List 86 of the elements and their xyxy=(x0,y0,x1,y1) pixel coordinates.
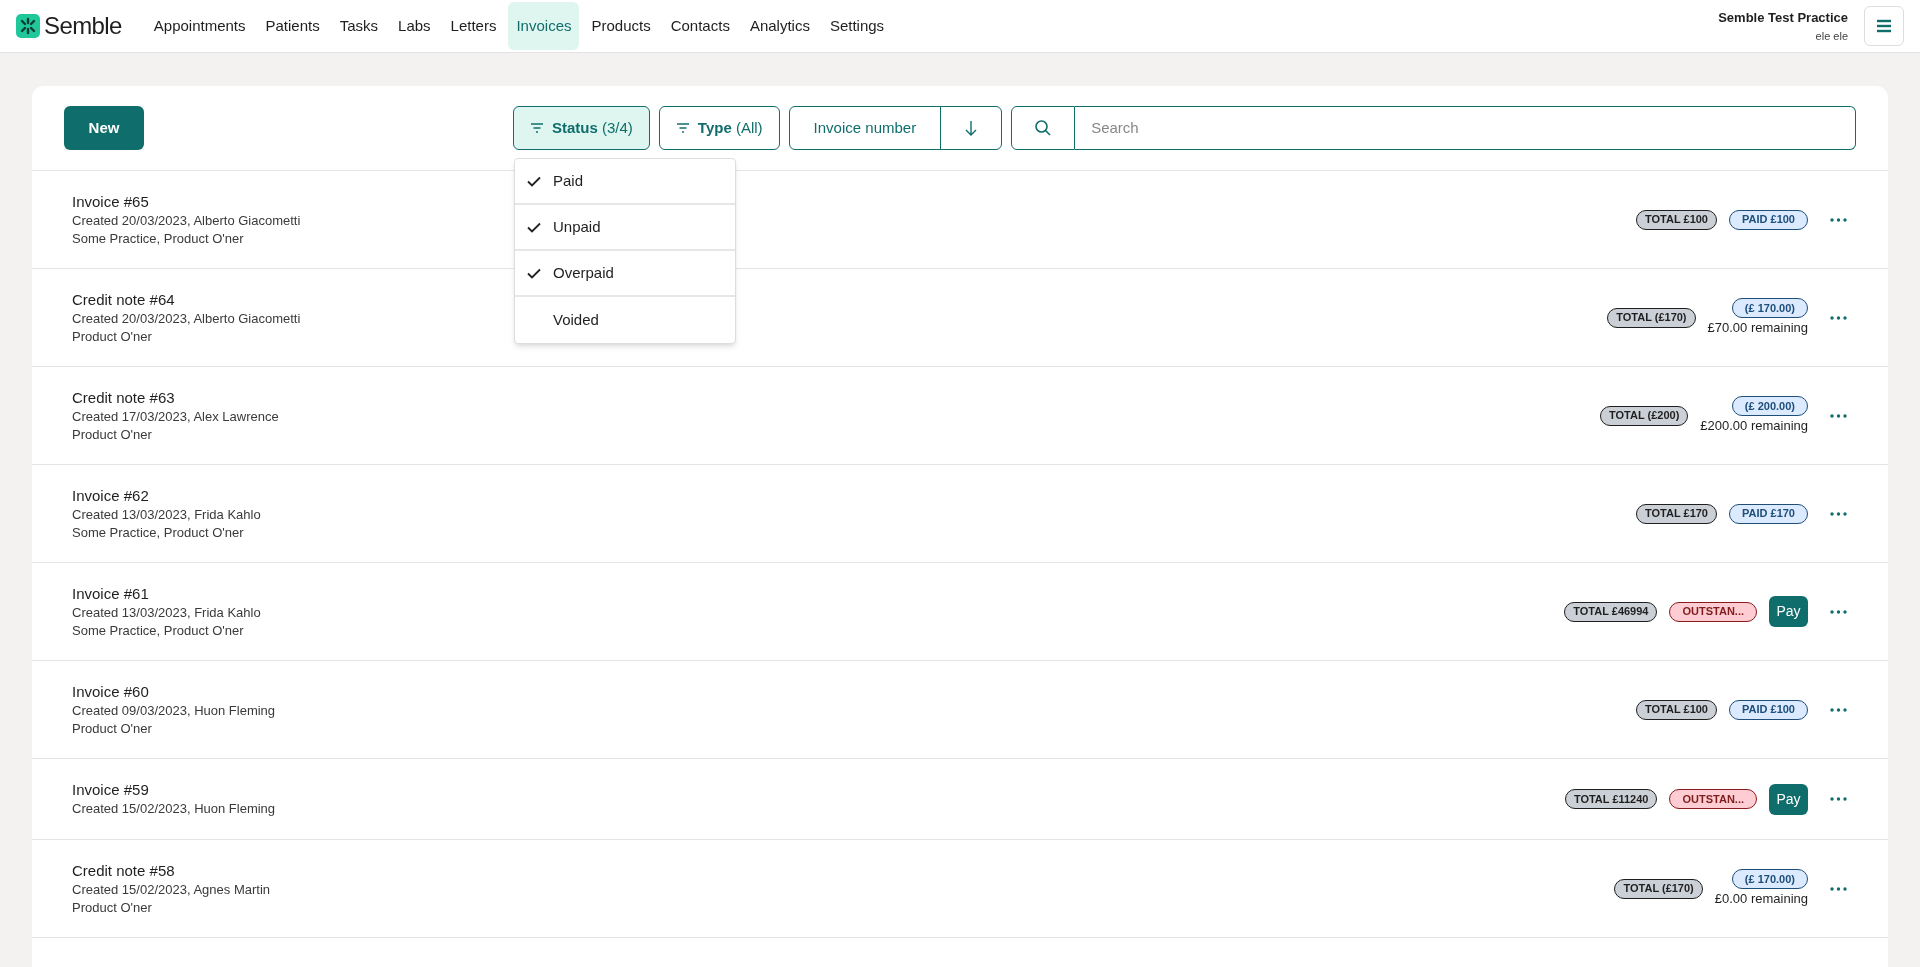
sort-control[interactable]: Invoice number xyxy=(788,106,1003,150)
nav-tab[interactable]: Patients xyxy=(257,2,328,50)
nav-tab[interactable]: Settings xyxy=(821,2,893,50)
invoice-title[interactable]: Invoice #60 xyxy=(72,681,276,702)
status-option[interactable]: Overpaid xyxy=(515,251,735,297)
filter-icon xyxy=(675,122,690,134)
more-options-icon[interactable] xyxy=(1829,797,1847,801)
total-badge: TOTAL £100 xyxy=(1636,699,1717,720)
invoice-title[interactable]: Credit note #63 xyxy=(72,387,279,408)
invoice-detail: Product O'ner xyxy=(72,719,153,738)
status-badge: (£ 200.00) xyxy=(1731,395,1808,416)
invoice-detail: Created 20/03/2023, Alberto Giacometti xyxy=(72,309,301,328)
user-name: ele ele xyxy=(1814,28,1848,44)
remaining-amount: £0.00 remaining xyxy=(1714,889,1808,908)
nav-tab[interactable]: Tasks xyxy=(331,2,387,50)
sort-field-label[interactable]: Invoice number xyxy=(789,107,942,149)
more-options-icon[interactable] xyxy=(1829,511,1847,516)
invoice-title[interactable]: Invoice #59 xyxy=(72,780,276,800)
more-options-icon[interactable] xyxy=(1829,217,1847,222)
practice-name: Semble Test Practice xyxy=(1718,9,1848,27)
invoice-detail: Created 13/03/2023, Frida Kahlo xyxy=(72,505,261,524)
total-badge: TOTAL £170 xyxy=(1636,503,1717,524)
remaining-amount: £200.00 remaining xyxy=(1700,416,1808,435)
nav-tab[interactable]: Invoices xyxy=(508,2,580,50)
invoice-detail: Product O'ner xyxy=(72,425,153,444)
total-badge: TOTAL (£170) xyxy=(1607,307,1696,328)
invoice-detail: Created 13/03/2023, Frida Kahlo xyxy=(72,603,261,622)
invoice-detail: Product O'ner xyxy=(72,898,153,917)
status-badge: OUTSTAN... xyxy=(1669,601,1757,622)
menu-button[interactable] xyxy=(1864,6,1904,46)
checkmark-icon xyxy=(527,267,541,279)
invoice-detail: Created 17/03/2023, Alex Lawrence xyxy=(72,407,279,426)
status-option[interactable]: Unpaid xyxy=(515,205,735,251)
invoice-detail: Some Practice, Product O'ner xyxy=(72,621,245,640)
invoice-title[interactable]: Invoice #65 xyxy=(72,191,301,212)
invoice-detail: Product O'ner xyxy=(72,327,153,346)
brand-name: Semble xyxy=(44,11,122,41)
status-badge: PAID £170 xyxy=(1729,503,1808,524)
total-badge: TOTAL £11240 xyxy=(1564,789,1658,809)
status-badge: OUTSTAN... xyxy=(1669,789,1757,809)
nav-tab[interactable]: Appointments xyxy=(145,2,254,50)
search-field[interactable]: Search xyxy=(1075,106,1856,150)
checkmark-icon xyxy=(527,175,541,187)
total-badge: TOTAL (£170) xyxy=(1614,878,1703,899)
invoice-detail: Some Practice, Product O'ner xyxy=(72,229,245,248)
more-options-icon[interactable] xyxy=(1829,707,1847,712)
pay-button[interactable]: Pay xyxy=(1769,783,1808,815)
nav-tab[interactable]: Labs xyxy=(390,2,439,50)
search-button[interactable] xyxy=(1011,106,1076,150)
status-badge: PAID £100 xyxy=(1729,699,1808,720)
arrow-down-icon[interactable] xyxy=(965,120,978,136)
new-button[interactable]: New xyxy=(64,106,144,150)
more-options-icon[interactable] xyxy=(1829,315,1847,320)
more-options-icon[interactable] xyxy=(1829,413,1847,418)
total-badge: TOTAL £46994 xyxy=(1564,601,1658,622)
nav-tab[interactable]: Contacts xyxy=(662,2,738,50)
invoice-detail: Created 20/03/2023, Alberto Giacometti xyxy=(72,211,301,230)
more-options-icon[interactable] xyxy=(1829,886,1847,891)
invoice-title[interactable]: Invoice #62 xyxy=(72,485,261,506)
filter-button[interactable]: Type (All) xyxy=(658,106,780,150)
status-badge: (£ 170.00) xyxy=(1731,868,1808,889)
remaining-amount: £70.00 remaining xyxy=(1707,318,1808,337)
more-options-icon[interactable] xyxy=(1829,609,1847,614)
status-option[interactable]: Voided xyxy=(515,297,735,343)
nav-tab[interactable]: Products xyxy=(583,2,659,50)
status-badge: PAID £100 xyxy=(1729,209,1808,230)
logo-icon xyxy=(16,14,40,38)
invoice-title[interactable]: Credit note #58 xyxy=(72,860,271,881)
checkmark-icon xyxy=(527,221,541,233)
search-icon xyxy=(1034,119,1053,137)
invoice-title[interactable]: Invoice #61 xyxy=(72,583,261,604)
filter-icon xyxy=(530,122,544,134)
invoice-detail: Some Practice, Product O'ner xyxy=(72,523,245,542)
total-badge: TOTAL (£200) xyxy=(1600,405,1689,426)
menu-icon xyxy=(1876,19,1892,33)
pay-button[interactable]: Pay xyxy=(1769,596,1808,627)
total-badge: TOTAL £100 xyxy=(1636,209,1717,230)
invoice-detail: Created 15/02/2023, Huon Fleming xyxy=(72,800,276,818)
invoice-detail: Created 09/03/2023, Huon Fleming xyxy=(72,701,276,720)
status-option[interactable]: Paid xyxy=(515,159,735,205)
nav-tab[interactable]: Analytics xyxy=(741,2,818,50)
nav-tab[interactable]: Letters xyxy=(442,2,505,50)
status-badge: (£ 170.00) xyxy=(1731,297,1808,318)
filter-button[interactable]: Status (3/4) xyxy=(513,106,650,150)
invoice-title[interactable]: Credit note #64 xyxy=(72,289,301,310)
invoice-detail: Created 15/02/2023, Agnes Martin xyxy=(72,880,271,899)
